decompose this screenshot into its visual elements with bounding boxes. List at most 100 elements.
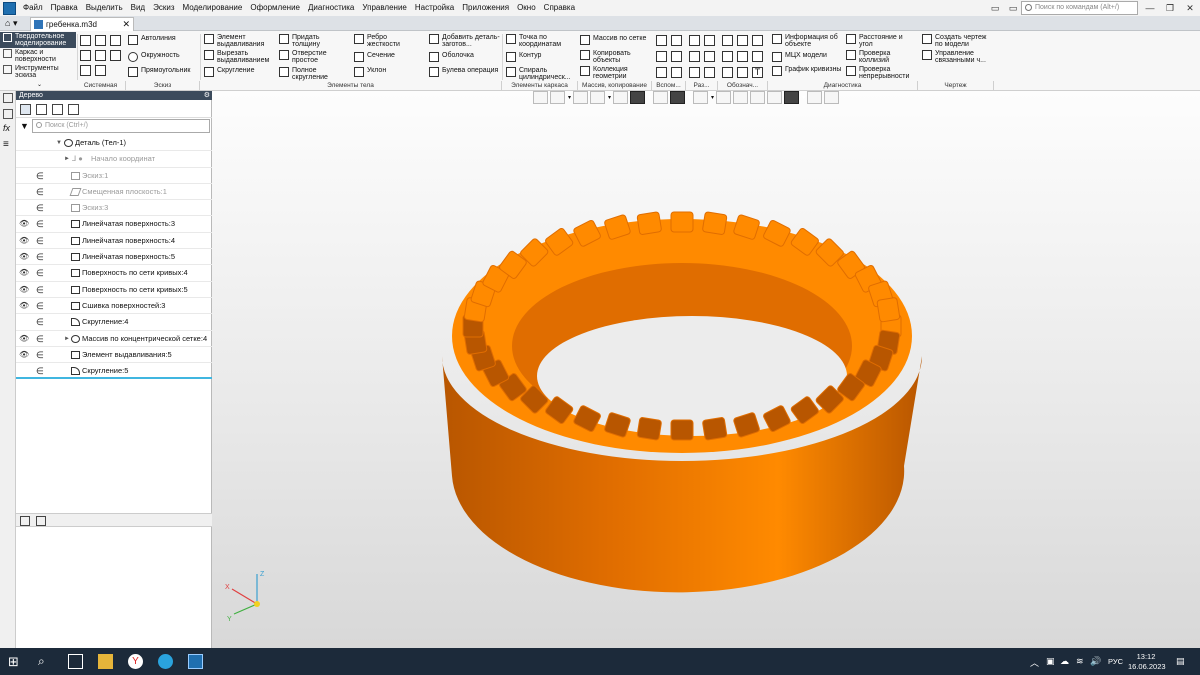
tree-row-ruled-surface-5[interactable]: 👁 ∈ Линейчатая поверхность:5 <box>16 249 212 266</box>
eye-icon[interactable]: 👁 <box>19 347 29 363</box>
window-restore-small-button[interactable]: ▭ <box>985 0 1005 16</box>
expand-icon[interactable]: ► <box>64 151 70 167</box>
eye-icon[interactable]: 👁 <box>19 282 29 298</box>
section-button[interactable]: Сечение <box>354 52 414 62</box>
network-icon[interactable]: ≋ <box>1076 656 1084 667</box>
close-tab-icon[interactable]: ✕ <box>122 18 130 31</box>
3d-viewport[interactable]: ▾ ▾ ▾ ▾ ▾ ▾ Z X Y <box>212 91 1200 648</box>
pencil-icon[interactable] <box>824 91 839 104</box>
geometry-collection-button[interactable]: Коллекция геометрии <box>580 66 652 80</box>
volume-icon[interactable]: 🔊 <box>1090 656 1101 667</box>
text-icon[interactable]: T <box>752 67 763 78</box>
cut-extrude-button[interactable]: Вырезать выдавливанием <box>204 50 274 64</box>
menu-item-5[interactable]: Моделирование <box>178 0 246 16</box>
collision-check-button[interactable]: Проверка коллизий <box>846 50 918 64</box>
maximize-button[interactable]: ❐ <box>1160 0 1180 16</box>
continuity-check-button[interactable]: Проверка непрерывности <box>846 66 918 80</box>
size-linear-icon[interactable] <box>689 35 700 46</box>
eye-icon[interactable]: 👁 <box>19 249 29 265</box>
visibility-icon[interactable]: ∈ <box>36 184 44 200</box>
draft-button[interactable]: Уклон <box>354 67 414 77</box>
menu-item-10[interactable]: Приложения <box>458 0 513 16</box>
visibility-icon[interactable]: ∈ <box>36 331 44 347</box>
menu-item-12[interactable]: Справка <box>540 0 579 16</box>
note-weld-icon[interactable] <box>752 51 763 62</box>
undo-icon[interactable] <box>80 65 91 76</box>
visibility-icon[interactable]: ∈ <box>36 233 44 249</box>
orientation-cube-icon[interactable] <box>613 91 628 104</box>
gear-icon[interactable]: ⚙ <box>204 91 210 100</box>
tree-objects-icon[interactable] <box>68 104 79 115</box>
params-icon[interactable] <box>110 50 121 61</box>
tree-row-network-surface-4[interactable]: 👁 ∈ Поверхность по сети кривых:4 <box>16 265 212 282</box>
mode-sketch-tools[interactable]: Инструменты эскиза <box>0 64 76 80</box>
windows-start-icon[interactable]: ⊞ <box>8 654 23 669</box>
camera-icon[interactable]: ▾ <box>693 91 714 104</box>
fillet-button[interactable]: Скругление <box>204 67 274 77</box>
clock[interactable]: 13:12 16.06.2023 <box>1128 652 1166 672</box>
tree-relations-icon[interactable] <box>52 104 63 115</box>
expand-icon[interactable]: ► <box>64 331 70 347</box>
view-orient-icon[interactable] <box>533 91 548 104</box>
eye-icon[interactable]: 👁 <box>19 298 29 314</box>
tree-structure-icon[interactable] <box>20 104 31 115</box>
aux-mark-icon[interactable] <box>671 67 682 78</box>
circle-button[interactable]: Окружность <box>128 52 180 62</box>
size-angle-icon[interactable] <box>689 51 700 62</box>
app-logo[interactable] <box>3 1 16 15</box>
distance-angle-button[interactable]: Расстояние и угол <box>846 34 918 48</box>
tree-row-sketch1[interactable]: ∈ Эскиз:1 <box>16 168 212 184</box>
save-icon[interactable] <box>110 35 121 46</box>
tree-tab-icon[interactable] <box>3 93 13 103</box>
yandex-browser-icon[interactable]: Y <box>128 654 143 669</box>
object-info-button[interactable]: Информация об объекте <box>772 34 844 48</box>
spiral-button[interactable]: Спираль цилиндрическ... <box>506 67 576 81</box>
tree-row-fillet-4[interactable]: ∈ Скругление:4 <box>16 314 212 331</box>
variables-tab-icon[interactable]: fx <box>3 123 10 133</box>
visibility-icon[interactable]: ∈ <box>36 282 44 298</box>
tree-row-fillet-5[interactable]: ∈ Скругление:5 <box>16 363 212 380</box>
selection-icon[interactable] <box>807 91 822 104</box>
menu-item-6[interactable]: Оформление <box>246 0 304 16</box>
size-auto-icon[interactable] <box>704 67 715 78</box>
note-table-icon[interactable] <box>737 67 748 78</box>
eye-icon[interactable]: 👁 <box>19 233 29 249</box>
size-radial-icon[interactable] <box>704 35 715 46</box>
copy-objects-button[interactable]: Копировать объекты <box>580 50 652 64</box>
new-doc-icon[interactable] <box>80 35 91 46</box>
print-icon[interactable] <box>80 50 91 61</box>
hole-button[interactable]: Отверстие простое <box>279 50 341 64</box>
layers-tab-icon[interactable]: ≡ <box>3 139 9 150</box>
menu-item-3[interactable]: Вид <box>127 0 149 16</box>
visibility-icon[interactable]: ∈ <box>36 265 44 281</box>
language-indicator[interactable]: РУС <box>1108 657 1123 666</box>
copy-view-icon[interactable] <box>767 91 782 104</box>
properties-tab-icon[interactable] <box>3 109 13 119</box>
full-round-button[interactable]: Полное скругление <box>279 67 341 81</box>
linked-drawings-button[interactable]: Управление связанными ч... <box>922 50 992 64</box>
redo-icon[interactable] <box>95 65 106 76</box>
tree-row-concentric-pattern[interactable]: 👁 ∈ ► Массив по концентрической сетке:4 <box>16 331 212 347</box>
rectangle-button[interactable]: Прямоугольник <box>128 67 190 77</box>
kompas-app-icon[interactable] <box>188 654 203 669</box>
add-part-button[interactable]: Добавить деталь-заготов... <box>429 34 501 48</box>
grid-pattern-button[interactable]: Массив по сетке <box>580 35 652 45</box>
create-drawing-button[interactable]: Создать чертеж по модели <box>922 34 992 48</box>
note-tolerance-icon[interactable] <box>737 51 748 62</box>
point-button[interactable]: Точка по координатам <box>506 34 576 48</box>
visibility-icon[interactable]: ∈ <box>36 314 44 330</box>
window-layout-button[interactable]: ▭ <box>1003 0 1023 16</box>
cloud-icon[interactable]: ☁ <box>1060 656 1069 667</box>
hide-icon[interactable]: ▾ <box>670 91 691 104</box>
note-thread-icon[interactable] <box>722 51 733 62</box>
boolean-button[interactable]: Булева операция <box>429 67 501 77</box>
size-diameter-icon[interactable] <box>704 51 715 62</box>
extrude-button[interactable]: Элемент выдавливания <box>204 34 274 48</box>
note-base-icon[interactable] <box>752 35 763 46</box>
visibility-icon[interactable]: ∈ <box>36 298 44 314</box>
eye-icon[interactable]: 👁 <box>19 265 29 281</box>
snap-icon[interactable] <box>733 91 748 104</box>
mode-wire-surfaces[interactable]: Каркас и поверхности <box>0 48 76 64</box>
visibility-icon[interactable]: ∈ <box>36 347 44 363</box>
tree-search-input[interactable]: Поиск (Ctrl+/) <box>32 119 210 133</box>
